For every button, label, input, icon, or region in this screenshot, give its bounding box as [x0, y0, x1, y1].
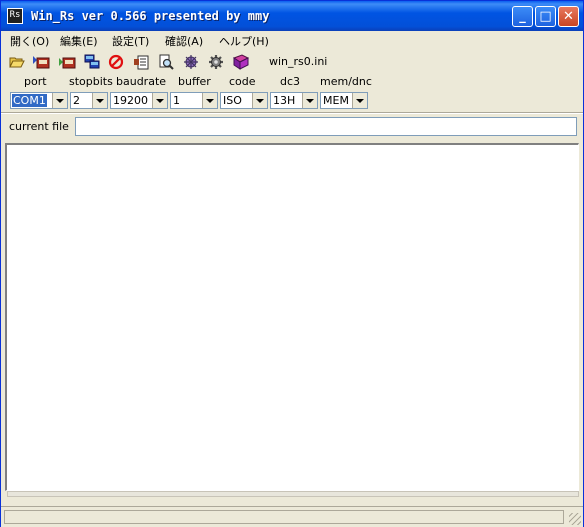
- settings-icon[interactable]: [182, 53, 200, 71]
- mem-dnc-select[interactable]: MEM: [320, 92, 368, 109]
- minimize-button[interactable]: _: [512, 6, 533, 27]
- title-bar[interactable]: Rs Win_Rs ver 0.566 presented by mmy _ □…: [1, 1, 583, 31]
- menu-settings[interactable]: 設定(T): [112, 33, 149, 49]
- stopbits-value: 2: [73, 94, 80, 107]
- chevron-down-icon[interactable]: [302, 93, 317, 108]
- dc3-select[interactable]: 13H: [270, 92, 318, 109]
- code-label: code: [229, 75, 256, 88]
- menu-open[interactable]: 開く(O): [10, 33, 49, 49]
- chevron-down-icon[interactable]: [92, 93, 107, 108]
- open-folder-icon[interactable]: [8, 53, 26, 71]
- book-icon[interactable]: [232, 53, 250, 71]
- baudrate-select[interactable]: 19200: [110, 92, 168, 109]
- chevron-down-icon[interactable]: [202, 93, 217, 108]
- menu-check[interactable]: 確認(A): [165, 33, 203, 49]
- status-bar: [1, 506, 583, 527]
- minimize-icon: _: [519, 9, 526, 24]
- receive-icon[interactable]: [32, 53, 50, 71]
- baudrate-value: 19200: [113, 94, 148, 107]
- close-icon: ✕: [563, 9, 574, 24]
- send-icon[interactable]: [58, 53, 76, 71]
- app-icon[interactable]: Rs: [7, 8, 23, 24]
- stop-icon[interactable]: [107, 53, 125, 71]
- menu-edit[interactable]: 編集(E): [60, 33, 98, 49]
- current-file-field[interactable]: [75, 117, 577, 136]
- port-label: port: [24, 75, 47, 88]
- close-button[interactable]: ✕: [558, 6, 579, 27]
- ini-file-label: win_rs0.ini: [269, 55, 328, 68]
- port-select[interactable]: COM1: [10, 92, 68, 109]
- app-window: Rs Win_Rs ver 0.566 presented by mmy _ □…: [0, 0, 584, 527]
- dc3-label: dc3: [280, 75, 301, 88]
- maximize-button[interactable]: □: [535, 6, 556, 27]
- window-title: Win_Rs ver 0.566 presented by mmy: [31, 9, 270, 23]
- find-icon[interactable]: [157, 53, 175, 71]
- mem-dnc-value: MEM: [323, 94, 349, 107]
- chevron-down-icon[interactable]: [52, 93, 67, 108]
- current-file-label: current file: [9, 120, 69, 133]
- divider: [1, 112, 583, 114]
- mem-dnc-label: mem/dnc: [320, 75, 372, 88]
- gear-icon[interactable]: [207, 53, 225, 71]
- content-area[interactable]: [5, 143, 579, 491]
- code-select[interactable]: ISO: [220, 92, 268, 109]
- transfer-icon[interactable]: [83, 53, 101, 71]
- menu-bar: 開く(O) 編集(E) 設定(T) 確認(A) ヘルプ(H): [1, 31, 583, 50]
- list-icon[interactable]: [132, 53, 150, 71]
- stopbits-label: stopbits: [69, 75, 113, 88]
- maximize-icon: □: [539, 9, 552, 24]
- code-value: ISO: [223, 94, 242, 107]
- port-value: COM1: [12, 94, 47, 107]
- chevron-down-icon[interactable]: [152, 93, 167, 108]
- horizontal-scrollbar[interactable]: [7, 491, 579, 497]
- dc3-value: 13H: [273, 94, 296, 107]
- baudrate-label: baudrate: [116, 75, 167, 88]
- buffer-label: buffer: [178, 75, 211, 88]
- buffer-value: 1: [173, 94, 180, 107]
- stopbits-select[interactable]: 2: [70, 92, 108, 109]
- resize-grip-icon[interactable]: [569, 513, 581, 525]
- buffer-select[interactable]: 1: [170, 92, 218, 109]
- menu-help[interactable]: ヘルプ(H): [219, 33, 269, 49]
- toolbar: win_rs0.ini: [1, 51, 583, 73]
- chevron-down-icon[interactable]: [352, 93, 367, 108]
- status-pane: [4, 510, 564, 524]
- chevron-down-icon[interactable]: [252, 93, 267, 108]
